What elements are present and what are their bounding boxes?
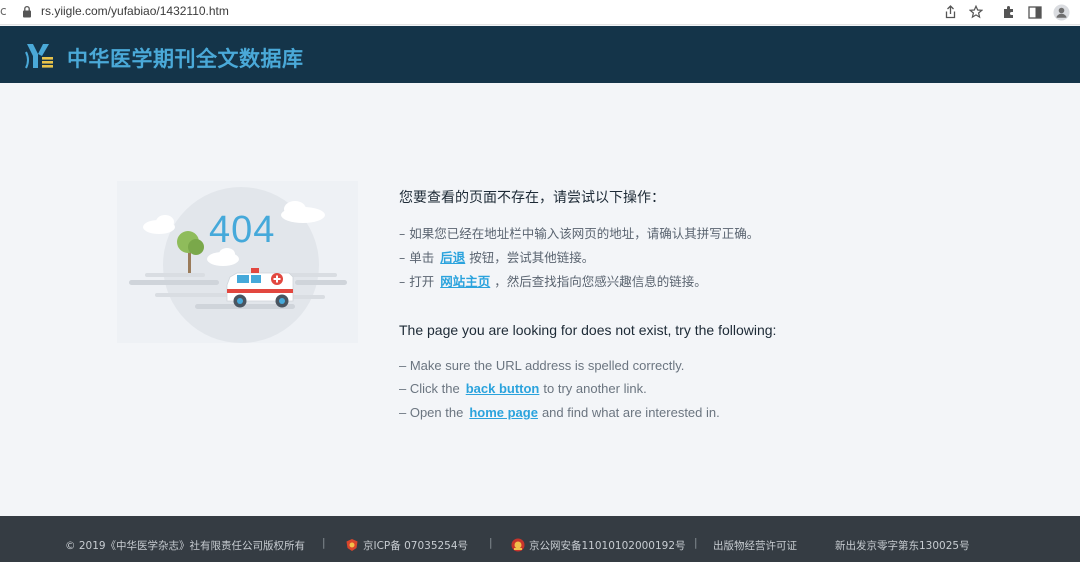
police-record[interactable]: 京公网安备11010102000192号	[511, 538, 686, 553]
en-tip-home-suffix: and find what are interested in.	[541, 405, 720, 420]
police-record-text: 京公网安备11010102000192号	[529, 540, 686, 552]
browser-toolbar: c rs.yiigle.com/yufabiao/1432110.htm	[0, 0, 1080, 25]
site-header: 中华医学期刊全文数据库	[0, 26, 1080, 83]
en-heading: The page you are looking for does not ex…	[399, 322, 777, 338]
cn-back-link[interactable]: 后退	[440, 250, 465, 265]
icp-record-text: 京ICP备 07035254号	[363, 540, 469, 552]
en-back-link[interactable]: back button	[466, 381, 540, 396]
cn-tip-back: – 单击 后退 按钮，尝试其他链接。	[399, 247, 594, 266]
en-tip-back: – Click the back button to try another lin…	[399, 381, 647, 396]
en-tip-back-prefix: – Click the	[399, 381, 460, 396]
error-code: 404	[209, 209, 276, 251]
journal-logo[interactable]	[24, 40, 56, 72]
address-bar[interactable]: rs.yiigle.com/yufabiao/1432110.htm	[41, 4, 229, 18]
ambulance-scene	[129, 187, 347, 343]
cn-tip-back-suffix: 按钮，尝试其他链接。	[469, 250, 595, 265]
cn-tip-url: – 如果您已经在地址栏中输入该网页的地址，请确认其拼写正确。	[399, 226, 760, 241]
publication-license-link[interactable]: 出版物经营许可证	[713, 538, 797, 553]
en-tip-back-suffix: to try another link.	[543, 381, 647, 396]
reload-icon[interactable]: c	[0, 4, 7, 18]
police-badge-icon	[511, 538, 525, 552]
footer-separator: |	[489, 537, 493, 549]
copyright-text: © 2019《中华医学杂志》社有限责任公司版权所有	[65, 540, 306, 552]
sidebar-icon[interactable]	[1026, 3, 1044, 21]
error-page-body: 404 您要查看的页面不存在，请尝试以下操作： – 如果您已经在地址栏中输入该网…	[0, 83, 1080, 516]
license-number: 新出发京零字第东130025号	[835, 540, 970, 552]
lock-icon[interactable]	[22, 5, 32, 18]
en-tip-url: – Make sure the URL address is spelled c…	[399, 358, 685, 373]
star-icon[interactable]	[967, 3, 985, 21]
footer-separator: |	[322, 537, 326, 549]
site-title[interactable]: 中华医学期刊全文数据库	[67, 43, 304, 73]
share-icon[interactable]	[941, 3, 959, 21]
en-tip-home: – Open the home page and find what are int…	[399, 405, 720, 420]
footer-separator: |	[694, 537, 698, 549]
icp-record[interactable]: 京ICP备 07035254号	[345, 538, 468, 553]
extensions-icon[interactable]	[1000, 3, 1018, 21]
cn-tip-home-prefix: – 打开	[399, 274, 435, 289]
en-home-link[interactable]: home page	[469, 405, 538, 420]
cn-home-link[interactable]: 网站主页	[440, 274, 490, 289]
profile-icon[interactable]	[1052, 3, 1070, 21]
cn-heading: 您要查看的页面不存在，请尝试以下操作：	[399, 190, 665, 206]
404-illustration: 404	[117, 181, 358, 343]
cn-tip-back-prefix: – 单击	[399, 250, 435, 265]
cn-tip-home-suffix: ，然后查找指向您感兴趣信息的链接。	[494, 274, 707, 289]
site-footer: © 2019《中华医学杂志》社有限责任公司版权所有 | 京ICP备 070352…	[0, 516, 1080, 562]
cn-tip-home: – 打开 网站主页 ，然后查找指向您感兴趣信息的链接。	[399, 271, 707, 290]
icp-badge-icon	[346, 539, 358, 551]
en-tip-home-prefix: – Open the	[399, 405, 464, 420]
